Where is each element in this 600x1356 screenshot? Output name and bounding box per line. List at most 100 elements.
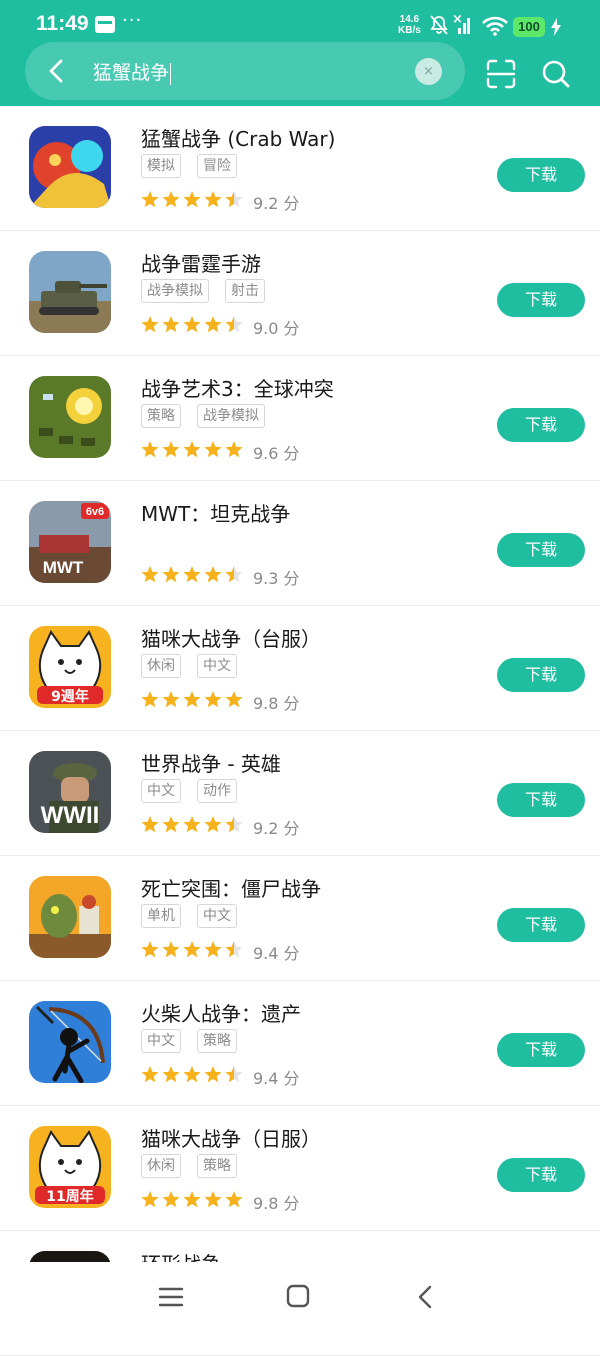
star-icon [204,1066,222,1083]
list-item[interactable]: 9週年 猫咪大战争（台服） 休闲 中文 9.8 分 下载 [0,606,600,731]
star-icon [162,441,180,458]
rating-stars [141,941,243,958]
star-icon [183,1066,201,1083]
download-button[interactable]: 下载 [497,658,585,692]
app-tags: 休闲 策略 [141,1154,253,1178]
star-icon [183,691,201,708]
list-item[interactable]: 11周年 猫咪大战争（日服） 休闲 策略 9.8 分 下载 [0,1106,600,1231]
tag: 冒险 [197,154,237,178]
star-icon [225,691,243,708]
star-icon [204,941,222,958]
tag: 中文 [197,904,237,928]
app-score: 9.2 分 [253,819,300,838]
star-icon [141,316,159,333]
app-score: 9.8 分 [253,1194,300,1213]
star-icon [183,941,201,958]
status-time: 11:49 [36,12,89,35]
download-button[interactable]: 下载 [497,408,585,442]
battery-level: 100 [513,17,545,37]
star-icon [162,1191,180,1208]
tag: 单机 [141,904,181,928]
tag: 动作 [197,779,237,803]
net-speed: 14.6 KB/s [398,14,421,36]
charging-bolt-icon [551,18,561,36]
list-item[interactable]: 战争艺术3：全球冲突 策略 战争模拟 9.6 分 下载 [0,356,600,481]
app-score: 9.2 分 [253,194,300,213]
app-name: 世界战争 - 英雄 [141,752,281,776]
tag: 战争模拟 [197,404,265,428]
signal-icon [458,18,470,34]
star-icon [183,1191,201,1208]
star-icon [141,566,159,583]
app-name: 火柴人战争：遗产 [141,1002,301,1026]
clear-icon[interactable]: × [415,58,442,85]
app-score: 9.4 分 [253,944,300,963]
app-name: MWT：坦克战争 [141,502,291,526]
app-icon: WWII [29,751,111,833]
icon-banner: 11周年 [46,1188,93,1205]
app-name: 战争艺术3：全球冲突 [141,377,334,401]
star-icon [204,566,222,583]
top-bar: 11:49 ··· 14.6 KB/s × 100 猛蟹战争 × [0,0,600,106]
text-cursor [170,62,172,85]
star-icon [162,316,180,333]
search-box[interactable] [25,42,465,100]
download-button[interactable]: 下载 [497,1033,585,1067]
search-query: 猛蟹战争 [93,62,170,84]
star-icon [225,191,243,208]
list-item[interactable]: 猛蟹战争 (Crab War) 模拟 冒险 9.2 分 下载 [0,106,600,231]
star-icon [162,941,180,958]
icon-banner: 9週年 [51,688,89,705]
star-icon [141,191,159,208]
download-button[interactable]: 下载 [497,158,585,192]
tag: 战争模拟 [141,279,209,303]
search-icon[interactable] [541,58,571,90]
star-icon [204,691,222,708]
star-icon [162,691,180,708]
app-icon: 11周年 [29,1126,111,1208]
tag: 中文 [141,1029,181,1053]
back-icon[interactable] [40,55,70,87]
list-item[interactable]: WWII 世界战争 - 英雄 中文 动作 9.2 分 下载 [0,731,600,856]
star-icon [183,441,201,458]
app-name: 猫咪大战争（日服） [141,1127,321,1151]
status-bar: 11:49 ··· 14.6 KB/s × 100 [0,0,600,40]
rating-stars [141,1191,243,1208]
tag: 策略 [141,404,181,428]
scan-icon[interactable] [485,58,517,90]
star-icon [225,1191,243,1208]
app-tags: 策略 战争模拟 [141,404,281,428]
tag: 休闲 [141,1154,181,1178]
download-button[interactable]: 下载 [497,533,585,567]
app-name: 死亡突围：僵尸战争 [141,877,321,901]
star-icon [225,316,243,333]
list-item[interactable]: 火柴人战争：遗产 中文 策略 9.4 分 下载 [0,981,600,1106]
star-icon [225,1066,243,1083]
rating-stars [141,566,243,583]
app-icon: 9週年 [29,626,111,708]
app-name: 猛蟹战争 (Crab War) [141,127,336,151]
tag: 策略 [197,1029,237,1053]
menu-icon[interactable] [158,1286,184,1308]
star-icon [204,316,222,333]
list-item[interactable]: 6v6 MWT MWT：坦克战争 9.3 分 下载 [0,481,600,606]
download-button[interactable]: 下载 [497,908,585,942]
tag: 中文 [141,779,181,803]
home-icon[interactable] [286,1284,310,1308]
back-icon[interactable] [416,1284,434,1310]
list-item[interactable]: 死亡突围：僵尸战争 单机 中文 9.4 分 下载 [0,856,600,981]
net-speed-unit: KB/s [398,25,421,36]
download-button[interactable]: 下载 [497,283,585,317]
star-icon [141,441,159,458]
search-input[interactable]: 猛蟹战争 [93,58,172,85]
download-button[interactable]: 下载 [497,783,585,817]
star-icon [162,816,180,833]
list-item[interactable]: 战争雷霆手游 战争模拟 射击 9.0 分 下载 [0,231,600,356]
star-icon [141,941,159,958]
icon-logo: WWII [41,802,100,829]
app-tags: 中文 策略 [141,1029,253,1053]
star-icon [183,191,201,208]
download-button[interactable]: 下载 [497,1158,585,1192]
star-icon [162,191,180,208]
star-icon [204,441,222,458]
